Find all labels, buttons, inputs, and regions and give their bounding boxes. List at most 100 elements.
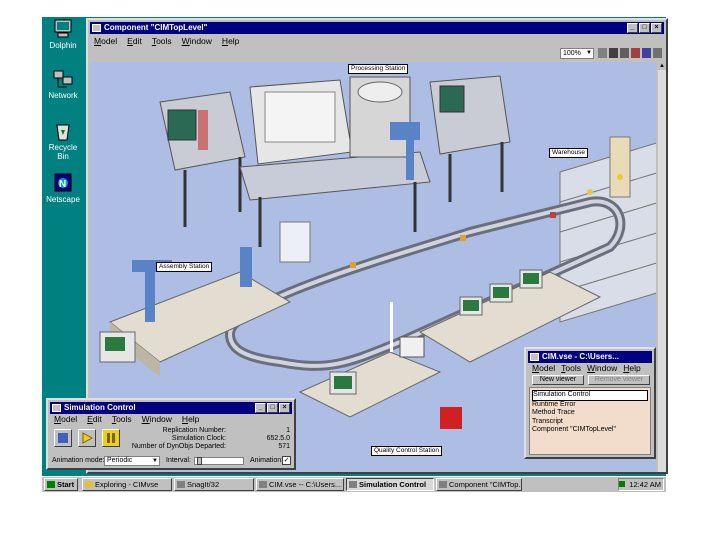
task-exploring[interactable]: Exploring - CIMvse: [82, 478, 172, 491]
maximize-button[interactable]: □: [639, 23, 650, 33]
slider-thumb[interactable]: [197, 457, 202, 465]
recycle-bin-icon: [52, 121, 74, 141]
paint-icon[interactable]: [631, 48, 640, 58]
cim-vse-window: CIM.vse - C:\Users... Model Tools Window…: [524, 347, 656, 459]
scroll-up-arrow[interactable]: ▲: [658, 62, 666, 70]
window-icon: [52, 404, 61, 412]
list-item[interactable]: Runtime Error: [532, 401, 648, 410]
start-button[interactable]: Start: [44, 478, 78, 491]
app-icon: [439, 481, 447, 488]
desktop-icon-label: Recycle Bin: [48, 143, 78, 161]
svg-text:N: N: [59, 179, 66, 190]
snagit-icon: [177, 481, 185, 488]
new-viewer-button[interactable]: New viewer: [532, 375, 584, 385]
component-toolbar: 100% ▼: [90, 47, 664, 61]
chevron-down-icon: ▼: [152, 458, 158, 464]
list-item[interactable]: Simulation Control: [532, 390, 648, 401]
menu-help[interactable]: Help: [623, 362, 640, 374]
close-button[interactable]: ×: [651, 23, 662, 33]
menu-window[interactable]: Window: [587, 362, 617, 374]
task-cim-vse[interactable]: CIM.vse -- C:\Users...: [256, 478, 344, 491]
pin-icon[interactable]: [653, 48, 662, 58]
app-icon: [349, 481, 357, 488]
camera-icon[interactable]: [609, 48, 618, 58]
stop-icon: [58, 433, 68, 443]
desktop-icon-label: Netscape: [46, 195, 80, 204]
menu-help[interactable]: Help: [222, 35, 239, 47]
replication-number-value: 1: [286, 427, 290, 434]
stop-button[interactable]: [54, 429, 72, 447]
windows-logo-icon: [47, 481, 55, 488]
task-simulation-control[interactable]: Simulation Control: [346, 478, 434, 491]
animation-mode-label: Animation mode:: [52, 457, 105, 464]
app-icon: [259, 481, 267, 488]
computer-icon: [52, 19, 74, 39]
animation-label: Animation:: [250, 457, 284, 464]
network-icon: [52, 69, 74, 89]
maximize-button[interactable]: □: [267, 403, 278, 413]
remove-viewer-button[interactable]: Remove viewer: [588, 375, 650, 385]
desktop-icon-label: Dolphin: [49, 41, 77, 50]
simulation-clock-value: 652.5.0: [266, 435, 290, 442]
menu-help[interactable]: Help: [182, 413, 199, 425]
play-icon: [82, 432, 94, 444]
dynobjs-departed-label: Number of DynObjs Departed:: [131, 443, 226, 450]
menu-tools[interactable]: Tools: [561, 362, 581, 374]
replication-number-label: Replication Number:: [162, 427, 226, 434]
task-snagit[interactable]: SnagIt/32: [174, 478, 254, 491]
toolbar-icons: [598, 48, 662, 58]
task-component[interactable]: Component "CIMTop...: [436, 478, 522, 491]
vertical-scrollbar[interactable]: ▲: [658, 62, 666, 472]
menu-model[interactable]: Model: [94, 35, 117, 47]
menu-model[interactable]: Model: [532, 362, 555, 374]
zoom-out-icon[interactable]: [598, 48, 607, 58]
sim-menubar: Model Edit Tools Window Help: [50, 413, 292, 425]
list-item[interactable]: Method Trace: [532, 409, 648, 418]
dynobjs-departed-value: 571: [278, 443, 290, 450]
taskbar: Start Exploring - CIMvse SnagIt/32 CIM.v…: [42, 476, 666, 492]
desktop-icon-dolphin[interactable]: Dolphin: [42, 19, 84, 50]
label-warehouse: Warehouse: [549, 148, 588, 158]
cim-menubar: Model Tools Window Help: [528, 362, 652, 374]
window-icon: [530, 353, 539, 361]
menu-model[interactable]: Model: [54, 413, 77, 425]
list-item[interactable]: Transcript: [532, 418, 648, 427]
label-processing-station: Processing Station: [348, 64, 409, 74]
zoom-value: 100%: [563, 50, 581, 57]
cim-title: CIM.vse - C:\Users...: [542, 352, 619, 361]
viewer-list: Simulation Control Runtime Error Method …: [529, 387, 651, 455]
desktop-icon-label: Network: [48, 91, 78, 100]
close-button[interactable]: ×: [279, 403, 290, 413]
desktop-icon-network[interactable]: Network: [42, 69, 84, 100]
menu-window[interactable]: Window: [182, 35, 212, 47]
desktop-icon-recycle-bin[interactable]: Recycle Bin: [42, 121, 84, 161]
system-tray: 12:42 AM: [618, 478, 664, 491]
animation-checkbox[interactable]: ✓: [282, 456, 291, 465]
minimize-button[interactable]: _: [255, 403, 266, 413]
minimize-button[interactable]: _: [627, 23, 638, 33]
grid-icon[interactable]: [620, 48, 629, 58]
component-window-titlebar[interactable]: Component "CIMTopLevel" _ □ ×: [90, 22, 664, 34]
menu-window[interactable]: Window: [142, 413, 172, 425]
zoom-select[interactable]: 100% ▼: [560, 48, 594, 59]
desktop-icon-netscape[interactable]: N Netscape: [42, 173, 84, 204]
play-button[interactable]: [78, 429, 96, 447]
menu-tools[interactable]: Tools: [152, 35, 172, 47]
component-menubar: Model Edit Tools Window Help: [90, 35, 664, 47]
menu-edit[interactable]: Edit: [127, 35, 142, 47]
animation-mode-value: Periodic: [107, 457, 133, 464]
list-item[interactable]: Component "CIMTopLevel": [532, 426, 648, 435]
simulation-clock-label: Simulation Clock:: [171, 435, 226, 442]
interval-slider[interactable]: [194, 457, 244, 465]
menu-edit[interactable]: Edit: [87, 413, 102, 425]
menu-tools[interactable]: Tools: [112, 413, 132, 425]
netscape-icon: N: [52, 173, 74, 193]
label-assembly-station: Assembly Station: [156, 262, 213, 272]
chevron-down-icon: ▼: [586, 50, 592, 56]
folder-icon: [85, 481, 93, 488]
interval-label: Interval:: [166, 457, 191, 464]
label-quality-control-station: Quality Control Station: [371, 446, 443, 456]
pencil-icon[interactable]: [642, 48, 651, 58]
animation-mode-select[interactable]: Periodic ▼: [104, 456, 160, 466]
simulation-control-window: Simulation Control _ □ × Model Edit Tool…: [46, 398, 296, 470]
